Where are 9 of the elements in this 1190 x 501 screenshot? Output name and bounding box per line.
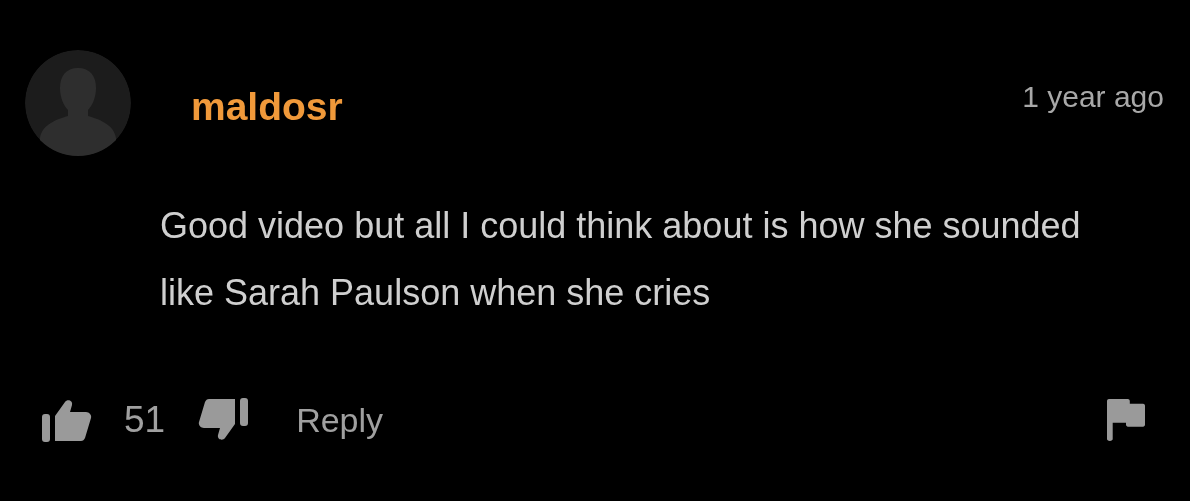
thumbs-down-icon[interactable]: [198, 398, 249, 442]
timestamp: 1 year ago: [1022, 80, 1164, 114]
flag-icon[interactable]: [1107, 399, 1145, 441]
username[interactable]: maldosr: [191, 85, 343, 129]
comment-text: Good video but all I could think about is how she sounded like Sarah Paulson when she cries: [160, 204, 1082, 315]
thumbs-up-icon[interactable]: [42, 398, 92, 442]
avatar-icon: [25, 50, 131, 156]
like-count: 51: [124, 399, 166, 441]
reply-button[interactable]: Reply: [296, 400, 384, 440]
